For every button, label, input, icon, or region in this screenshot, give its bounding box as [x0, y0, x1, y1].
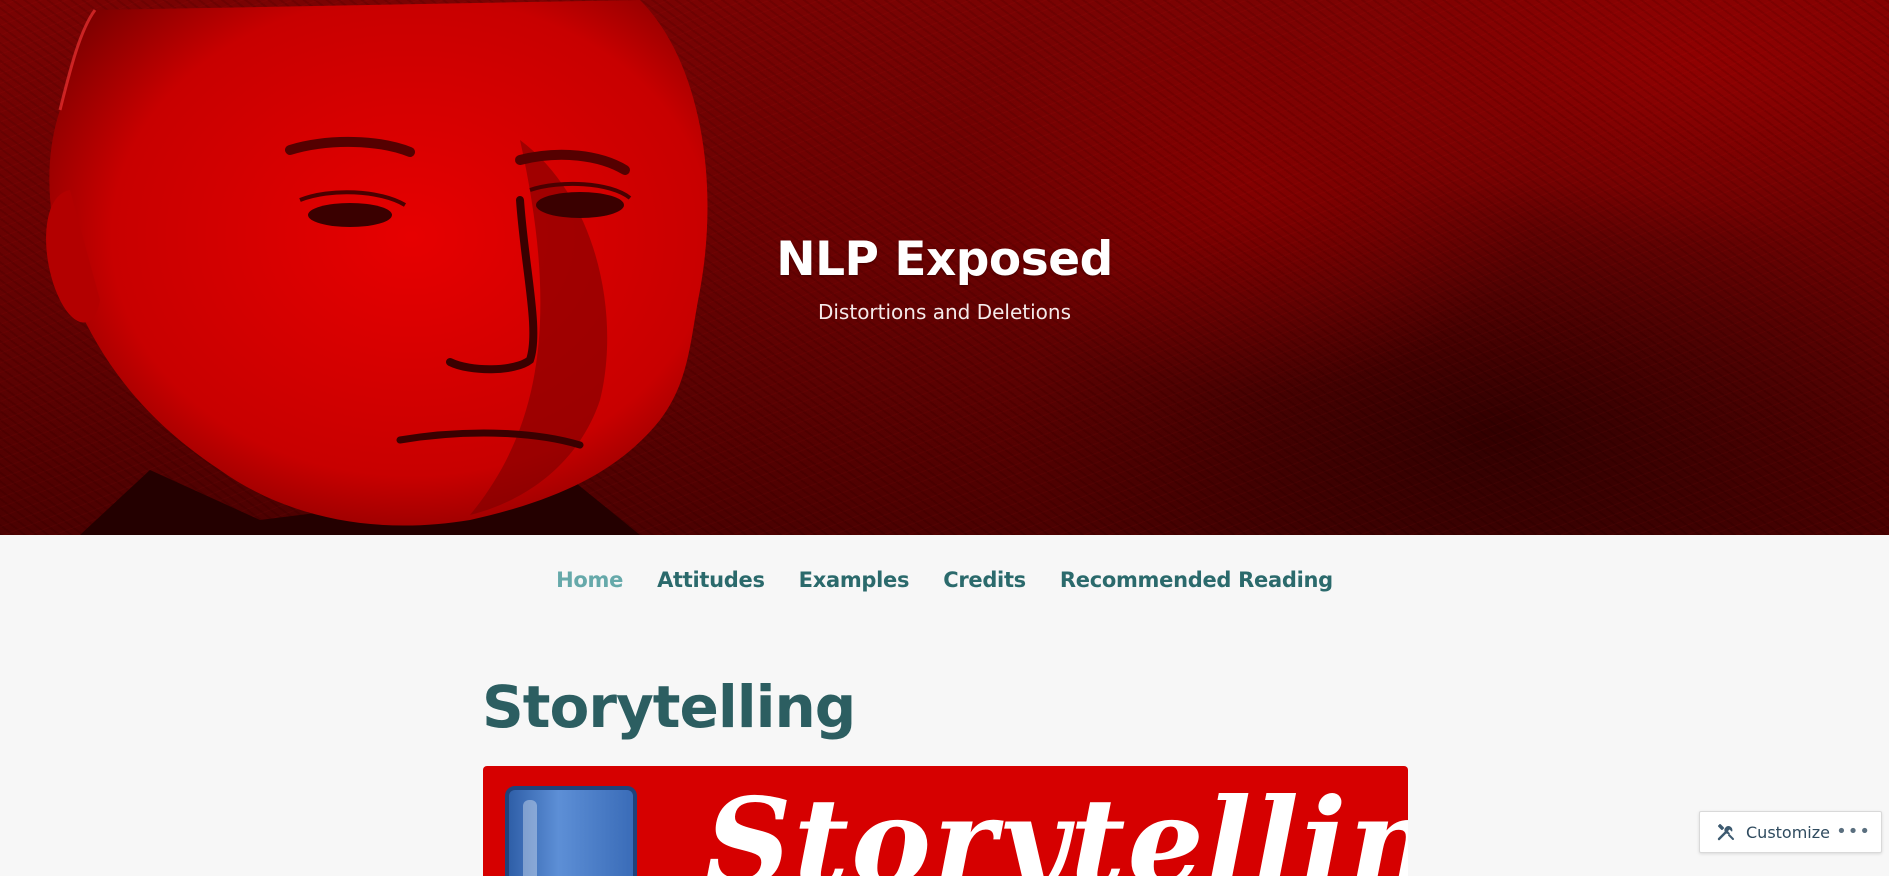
- glass-illustration: [505, 786, 637, 876]
- main-navigation: Home Attitudes Examples Credits Recommen…: [0, 568, 1889, 592]
- nav-item-examples[interactable]: Examples: [799, 568, 910, 592]
- featured-image-text: Storytelling: [705, 772, 1408, 876]
- nav-item-attitudes[interactable]: Attitudes: [657, 568, 765, 592]
- site-title[interactable]: NLP Exposed: [0, 232, 1889, 287]
- customize-button[interactable]: Customize •••: [1699, 811, 1882, 853]
- customize-label: Customize: [1746, 822, 1830, 842]
- nav-item-credits[interactable]: Credits: [943, 568, 1026, 592]
- ellipsis-icon[interactable]: •••: [1836, 821, 1871, 842]
- nav-item-home[interactable]: Home: [556, 568, 623, 592]
- nav-item-recommended-reading[interactable]: Recommended Reading: [1060, 568, 1333, 592]
- tools-icon: [1717, 824, 1734, 841]
- site-tagline: Distortions and Deletions: [817, 300, 1072, 324]
- post-title[interactable]: Storytelling: [482, 673, 856, 741]
- header-banner: NLP Exposed Distortions and Deletions: [0, 0, 1889, 535]
- featured-image[interactable]: Storytelling: [483, 766, 1408, 876]
